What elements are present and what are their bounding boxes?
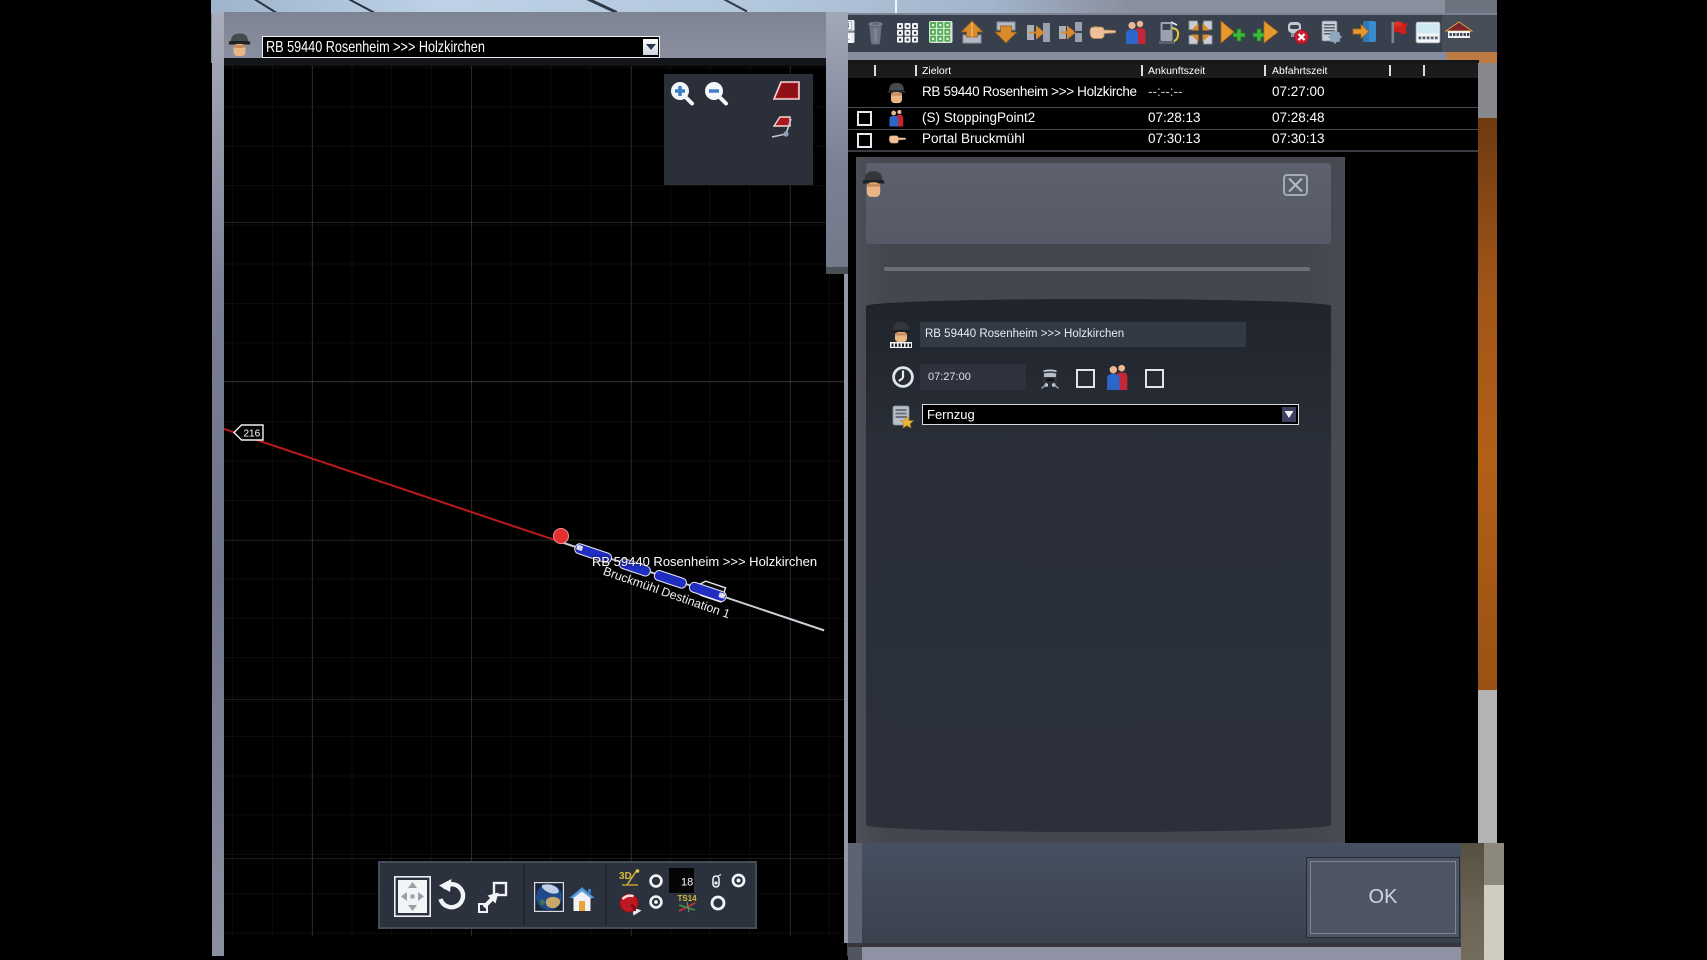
svg-text:TS14: TS14 <box>678 894 698 903</box>
svg-text:18: 18 <box>681 877 693 889</box>
svg-text:216: 216 <box>244 429 261 440</box>
